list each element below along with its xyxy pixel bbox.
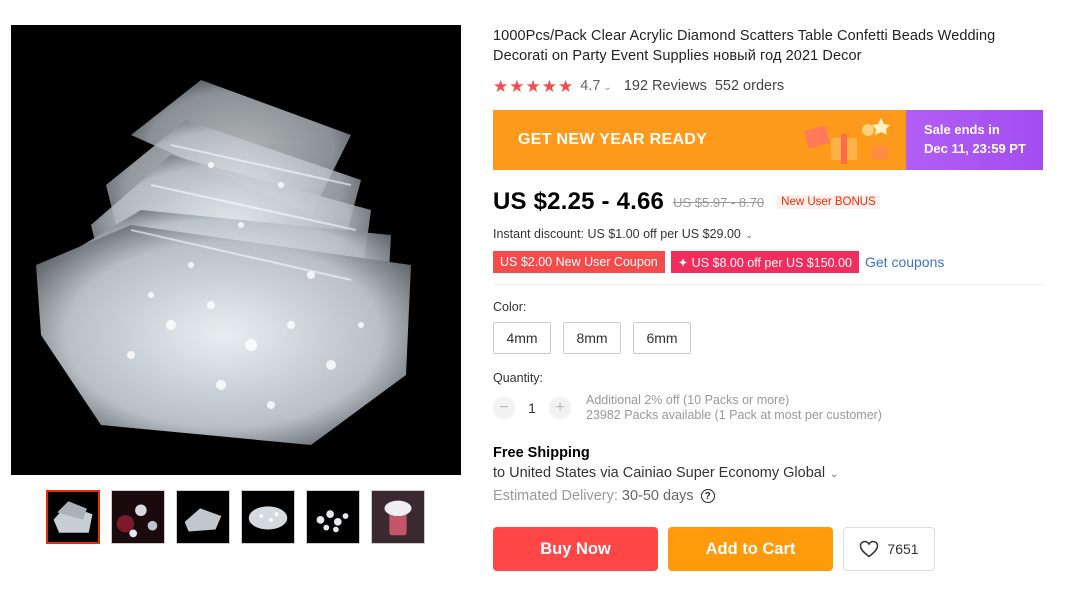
banner-title: GET NEW YEAR READY	[518, 131, 708, 148]
color-label: Color:	[493, 300, 527, 314]
rating-value[interactable]: 4.7 ⌄	[580, 78, 612, 94]
color-option-8mm[interactable]: 8mm	[563, 322, 621, 354]
reviews-link[interactable]: 192 Reviews	[624, 78, 707, 94]
product-info: 1000Pcs/Pack Clear Acrylic Diamond Scatt…	[493, 25, 1045, 571]
gift-decoration-icon	[804, 118, 890, 164]
chevron-down-icon: ⌄	[827, 469, 839, 480]
quantity-stepper: − 1 + Additional 2% off (10 Packs or mor…	[493, 393, 1045, 423]
quantity-info: Additional 2% off (10 Packs or more) 239…	[586, 393, 882, 423]
delivery-days: 30-50 days	[621, 488, 694, 504]
chevron-down-icon: ⌄	[603, 82, 612, 93]
thumbnail-2[interactable]	[111, 490, 165, 544]
main-product-image[interactable]	[11, 25, 461, 475]
color-option-6mm[interactable]: 6mm	[633, 322, 691, 354]
current-price: US $2.25 - 4.66	[493, 188, 665, 215]
thumbnail-4[interactable]	[241, 490, 295, 544]
decrease-button[interactable]: −	[493, 397, 515, 419]
product-title: 1000Pcs/Pack Clear Acrylic Diamond Scatt…	[493, 28, 996, 64]
shipping-title: Free Shipping	[493, 445, 590, 461]
quantity-input[interactable]: 1	[515, 400, 549, 416]
orders-count: 552 orders	[714, 78, 785, 94]
help-icon[interactable]: ?	[700, 489, 715, 503]
store-coupon[interactable]: ✦ US $8.00 off per US $150.00	[670, 251, 859, 273]
instant-discount[interactable]: Instant discount: US $1.00 off per US $2…	[493, 227, 1045, 243]
color-options: 4mm 8mm 6mm	[493, 322, 1045, 354]
promo-banner[interactable]: GET NEW YEAR READY Sale ends in Dec 11, …	[493, 110, 1043, 170]
quantity-label: Quantity:	[493, 371, 544, 385]
bulk-discount-note: Additional 2% off (10 Packs or more)	[586, 393, 790, 407]
add-to-cart-button[interactable]: Add to Cart	[668, 527, 833, 571]
shipping-method[interactable]: to United States via Cainiao Super Econo…	[493, 465, 1045, 481]
new-user-badge: New User BONUS	[777, 195, 880, 209]
price-row: US $2.25 - 4.66 US $5.97 - 8.70 New User…	[493, 187, 1045, 217]
stock-note: 23982 Packs available (1 Pack at most pe…	[586, 408, 882, 422]
sale-line-1: Sale ends in	[924, 122, 1000, 137]
star-icon: ★	[509, 76, 525, 96]
coupon-row: US $2.00 New User Coupon ✦ US $8.00 off …	[493, 251, 1045, 273]
wishlist-button[interactable]: 7651	[843, 527, 935, 571]
banner-left: GET NEW YEAR READY	[493, 110, 906, 170]
thumbnail-strip	[11, 490, 461, 544]
thumbnail-1[interactable]	[46, 490, 100, 544]
wishlist-count: 7651	[887, 541, 919, 557]
star-icon: ★	[541, 76, 557, 96]
star-icon: ★	[558, 76, 574, 96]
chevron-down-icon: ⌄	[742, 230, 753, 240]
sale-countdown: Sale ends in Dec 11, 23:59 PT	[906, 110, 1043, 170]
color-option-4mm[interactable]: 4mm	[493, 322, 551, 354]
thumbnail-6[interactable]	[371, 490, 425, 544]
thumbnail-3[interactable]	[176, 490, 230, 544]
delivery-label: Estimated Delivery:	[493, 488, 618, 504]
star-icon: ★	[493, 76, 509, 96]
thumbnail-5[interactable]	[306, 490, 360, 544]
buy-now-button[interactable]: Buy Now	[493, 527, 658, 571]
divider	[493, 284, 1045, 285]
rating-stars: ★ ★ ★ ★ ★	[493, 78, 573, 95]
rating-row: ★ ★ ★ ★ ★ 4.7 ⌄ 192 Reviews 552 orders	[493, 77, 1045, 95]
star-icon: ★	[525, 76, 541, 96]
action-buttons: Buy Now Add to Cart 7651	[493, 527, 1045, 571]
sale-line-2: Dec 11, 23:59 PT	[924, 141, 1026, 156]
product-gallery	[11, 25, 461, 544]
new-user-coupon[interactable]: US $2.00 New User Coupon	[493, 251, 665, 273]
original-price: US $5.97 - 8.70	[673, 194, 765, 210]
get-coupons-link[interactable]: Get coupons	[865, 254, 944, 270]
estimated-delivery: Estimated Delivery: 30-50 days ?	[493, 488, 1045, 504]
heart-icon	[860, 540, 879, 558]
increase-button[interactable]: +	[549, 397, 571, 419]
